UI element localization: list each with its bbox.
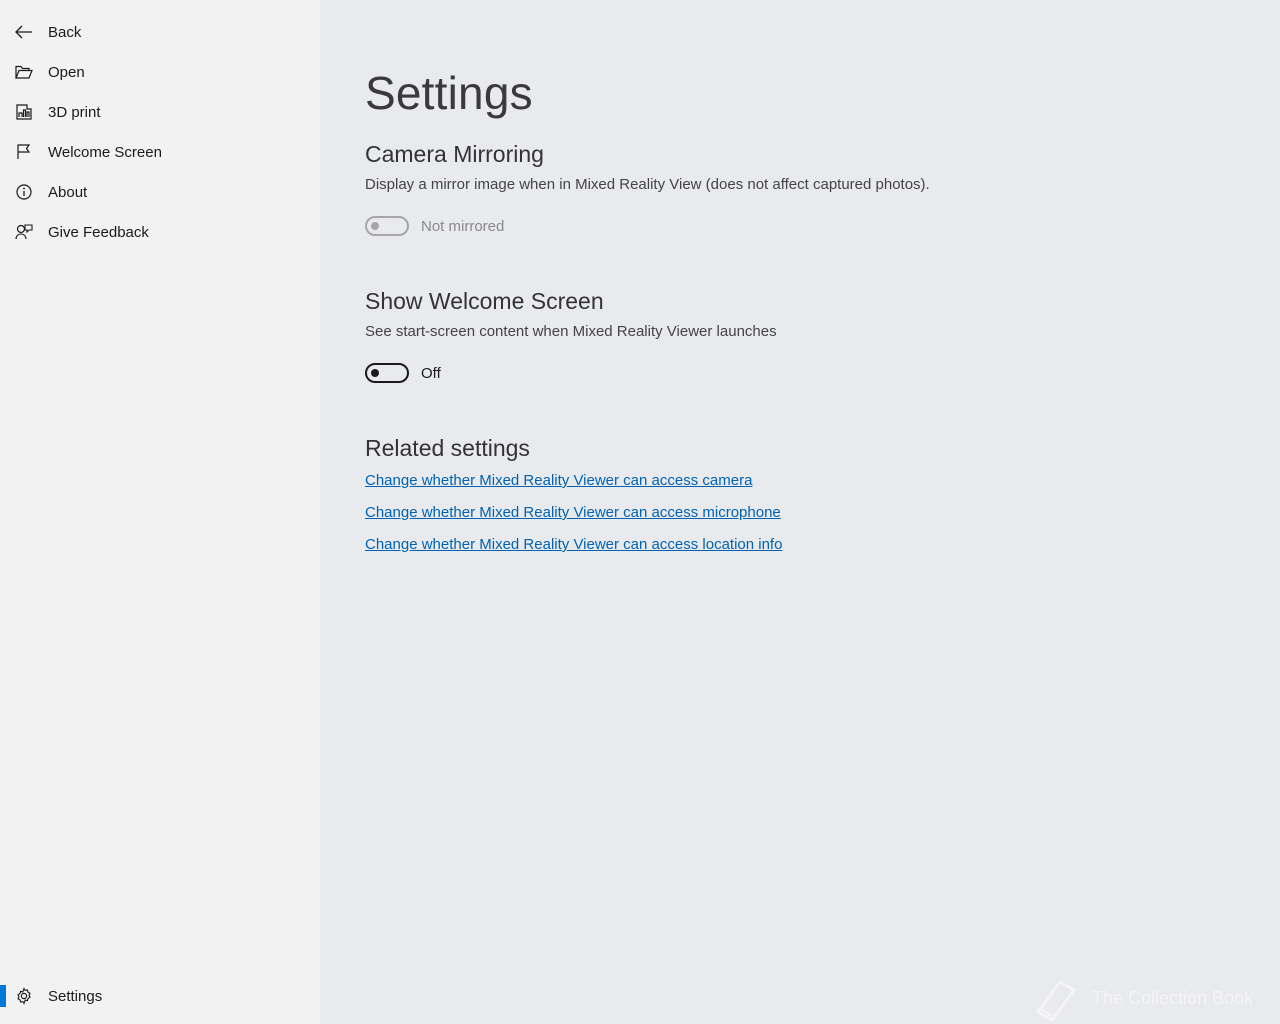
page-title: Settings bbox=[365, 67, 533, 119]
back-label: Back bbox=[48, 23, 82, 41]
settings-page: Settings Camera Mirroring Display a mirr… bbox=[320, 0, 1280, 1024]
sidebar-item-give-feedback[interactable]: Give Feedback bbox=[0, 212, 320, 252]
sidebar-item-label: Settings bbox=[48, 987, 103, 1005]
book-icon bbox=[1035, 980, 1077, 1022]
microphone-access-link[interactable]: Change whether Mixed Reality Viewer can … bbox=[365, 504, 781, 521]
3d-print-icon bbox=[14, 103, 34, 121]
sidebar-item-3d-print[interactable]: 3D print bbox=[0, 92, 320, 132]
flag-icon bbox=[14, 143, 34, 161]
sidebar-item-label: About bbox=[48, 183, 88, 201]
back-button[interactable]: Back bbox=[0, 12, 320, 52]
sidebar: Back Open 3D print Welcome Screen About … bbox=[0, 0, 320, 1024]
sidebar-item-settings[interactable]: Settings bbox=[0, 976, 320, 1016]
back-arrow-icon bbox=[14, 23, 34, 41]
welcome-screen-title: Show Welcome Screen bbox=[365, 288, 604, 314]
info-icon bbox=[14, 183, 34, 201]
sidebar-item-label: Give Feedback bbox=[48, 223, 149, 241]
toggle-knob bbox=[371, 369, 379, 377]
camera-mirroring-title: Camera Mirroring bbox=[365, 141, 544, 167]
gear-icon bbox=[14, 987, 34, 1005]
sidebar-item-label: Welcome Screen bbox=[48, 143, 162, 161]
welcome-screen-toggle[interactable] bbox=[365, 363, 409, 383]
sidebar-item-label: Open bbox=[48, 63, 85, 81]
folder-open-icon bbox=[14, 63, 34, 81]
location-access-link[interactable]: Change whether Mixed Reality Viewer can … bbox=[365, 536, 782, 553]
watermark-text: The Collection Book bbox=[1092, 987, 1254, 1008]
camera-mirroring-toggle-label: Not mirrored bbox=[421, 218, 505, 235]
camera-mirroring-toggle[interactable] bbox=[365, 216, 409, 236]
sidebar-item-label: 3D print bbox=[48, 103, 101, 121]
welcome-screen-toggle-label: Off bbox=[421, 365, 441, 382]
sidebar-item-welcome-screen[interactable]: Welcome Screen bbox=[0, 132, 320, 172]
related-settings-title: Related settings bbox=[365, 435, 530, 461]
sidebar-item-open[interactable]: Open bbox=[0, 52, 320, 92]
feedback-icon bbox=[14, 223, 34, 241]
welcome-screen-description: See start-screen content when Mixed Real… bbox=[365, 323, 777, 340]
toggle-knob bbox=[371, 222, 379, 230]
sidebar-item-about[interactable]: About bbox=[0, 172, 320, 212]
watermark: The Collection Book bbox=[1030, 974, 1253, 1022]
camera-mirroring-description: Display a mirror image when in Mixed Rea… bbox=[365, 176, 930, 193]
camera-access-link[interactable]: Change whether Mixed Reality Viewer can … bbox=[365, 472, 752, 489]
